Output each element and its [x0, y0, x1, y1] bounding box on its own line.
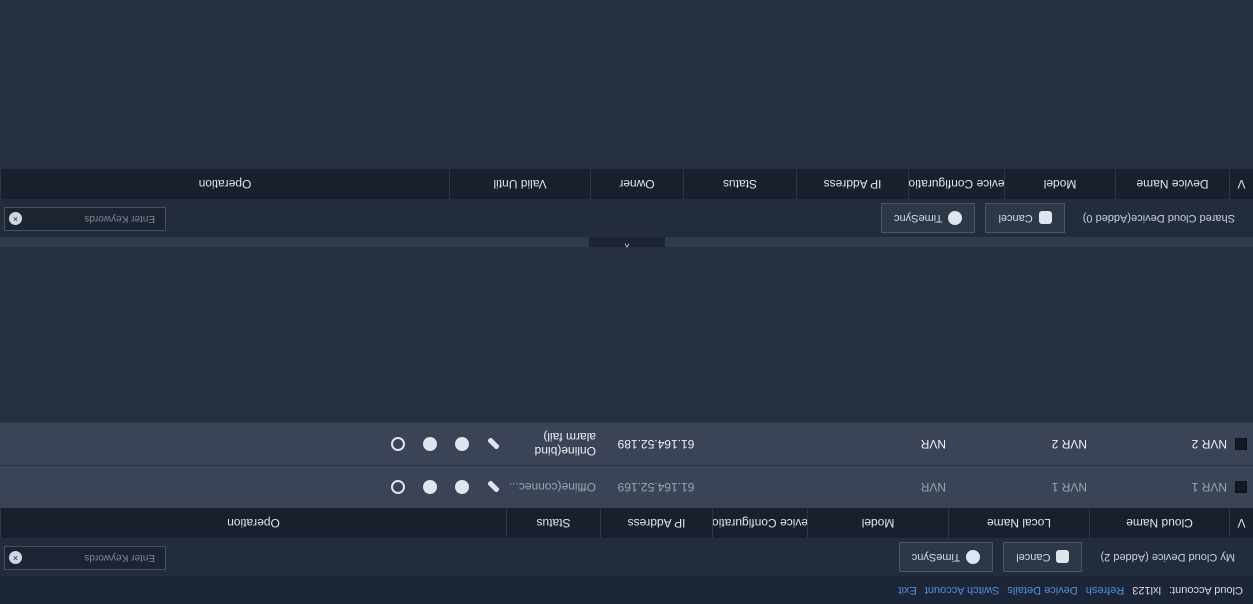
shared-cloud-search-input[interactable]: Enter Keywords ×	[4, 207, 166, 231]
col-local-name[interactable]: Local Name	[948, 508, 1089, 538]
device-details-link[interactable]: Device Details	[1007, 584, 1077, 596]
my-cloud-cancel-button[interactable]: Cancel	[1003, 542, 1083, 572]
cloud-name-cell: NVR 1	[1191, 480, 1227, 494]
cancel-share-icon	[1038, 211, 1052, 225]
switch-account-link[interactable]: Switch Account	[925, 584, 1000, 596]
col-operation[interactable]: Operation	[0, 508, 506, 538]
cloud-account-value: lxl123	[1132, 584, 1161, 596]
shared-cloud-toolbar: Shared Cloud Device(Added 0) Cancel Time…	[0, 199, 1253, 237]
col-valid-until[interactable]: Valid Until	[449, 169, 590, 199]
clock-icon	[948, 211, 963, 225]
cancel-label: Cancel	[1016, 551, 1051, 563]
col-ip-address[interactable]: IP Address	[796, 169, 908, 199]
shared-cloud-title: Shared Cloud Device(Added 0)	[1082, 212, 1235, 224]
status-line-2: alarm fail)	[543, 430, 596, 444]
clock-icon	[966, 550, 981, 564]
cloud-name-cell: NVR 2	[1191, 437, 1227, 451]
config-cell	[712, 423, 807, 465]
search-placeholder: Enter Keywords	[84, 213, 155, 225]
collapse-icon[interactable]: ^	[589, 237, 665, 248]
shared-cloud-timesync-button[interactable]: TimeSync	[880, 203, 976, 233]
table-row[interactable]: NVR 2 NVR 2 NVR 61.164.52.189 Online(bin…	[0, 422, 1253, 465]
clear-search-icon[interactable]: ×	[9, 551, 22, 564]
col-model[interactable]: Model	[1004, 169, 1115, 199]
cancel-label: Cancel	[998, 212, 1033, 224]
exit-link[interactable]: Exit	[898, 584, 916, 596]
globe-icon[interactable]	[423, 437, 437, 451]
pencil-icon[interactable]	[487, 480, 500, 494]
local-name-cell: NVR 2	[1051, 437, 1087, 451]
refresh-link[interactable]: Refresh	[1086, 584, 1125, 596]
collapse-glyph: ^	[624, 237, 630, 248]
timesync-label: TimeSync	[893, 212, 943, 224]
col-status[interactable]: Status	[683, 169, 796, 199]
status-line-1: Online(bind	[534, 444, 596, 458]
status-cell: Offline(connec...	[508, 480, 596, 494]
timesync-label: TimeSync	[911, 551, 961, 563]
col-device-name[interactable]: Device Name	[1115, 169, 1229, 199]
ip-cell: 61.164.52.169	[617, 480, 695, 494]
cloud-account-label: Cloud Account:	[1169, 584, 1243, 596]
clear-search-icon[interactable]: ×	[9, 212, 22, 225]
globe-icon[interactable]	[423, 480, 437, 494]
my-cloud-timesync-button[interactable]: TimeSync	[898, 542, 994, 572]
pencil-icon[interactable]	[487, 437, 500, 451]
my-cloud-search-input[interactable]: Enter Keywords ×	[4, 546, 166, 570]
refresh-icon[interactable]	[391, 480, 405, 494]
table-row[interactable]: NVR 1 NVR 1 NVR 61.164.52.169 Offline(co…	[0, 465, 1253, 508]
row-checkbox[interactable]	[1235, 481, 1247, 493]
col-model[interactable]: Model	[807, 508, 948, 538]
col-device-config[interactable]: evice Configuratio	[908, 169, 1004, 199]
my-cloud-list-empty-area	[0, 247, 1253, 422]
local-name-cell: NVR 1	[1051, 480, 1087, 494]
col-select[interactable]: V	[1229, 508, 1253, 538]
refresh-icon[interactable]	[391, 437, 405, 451]
search-placeholder: Enter Keywords	[84, 552, 155, 564]
my-cloud-toolbar: My Cloud Device (Added 2) Cancel TimeSyn…	[0, 538, 1253, 576]
row-operations	[391, 466, 506, 508]
ip-cell: 61.164.52.189	[617, 437, 695, 451]
col-device-config[interactable]: evice Configuratio	[712, 508, 807, 538]
model-cell: NVR	[920, 480, 946, 494]
gear-icon[interactable]	[455, 480, 469, 494]
col-select[interactable]: V	[1229, 169, 1253, 199]
col-status[interactable]: Status	[506, 508, 600, 538]
col-owner[interactable]: Owner	[590, 169, 683, 199]
model-cell: NVR	[920, 437, 946, 451]
cancel-share-icon	[1056, 550, 1070, 564]
status-cell: Online(bind alarm fail)	[506, 423, 600, 465]
cloud-account-bar: Cloud Account: lxl123 Refresh Device Det…	[0, 576, 1253, 604]
shared-cloud-cancel-button[interactable]: Cancel	[985, 203, 1065, 233]
cloud-device-panel: Cloud Account: lxl123 Refresh Device Det…	[0, 0, 1253, 604]
shared-cloud-list-empty-area	[0, 0, 1253, 169]
config-cell	[712, 466, 807, 508]
shared-cloud-table-header: V Device Name Model evice Configuratio I…	[0, 169, 1253, 199]
col-ip-address[interactable]: IP Address	[600, 508, 712, 538]
my-cloud-title: My Cloud Device (Added 2)	[1100, 551, 1235, 563]
my-cloud-table-header: V Cloud Name Local Name Model evice Conf…	[0, 508, 1253, 538]
gear-icon[interactable]	[455, 437, 469, 451]
row-operations	[391, 423, 506, 465]
col-operation[interactable]: Operation	[0, 169, 449, 199]
row-checkbox[interactable]	[1235, 438, 1247, 450]
col-cloud-name[interactable]: Cloud Name	[1089, 508, 1229, 538]
